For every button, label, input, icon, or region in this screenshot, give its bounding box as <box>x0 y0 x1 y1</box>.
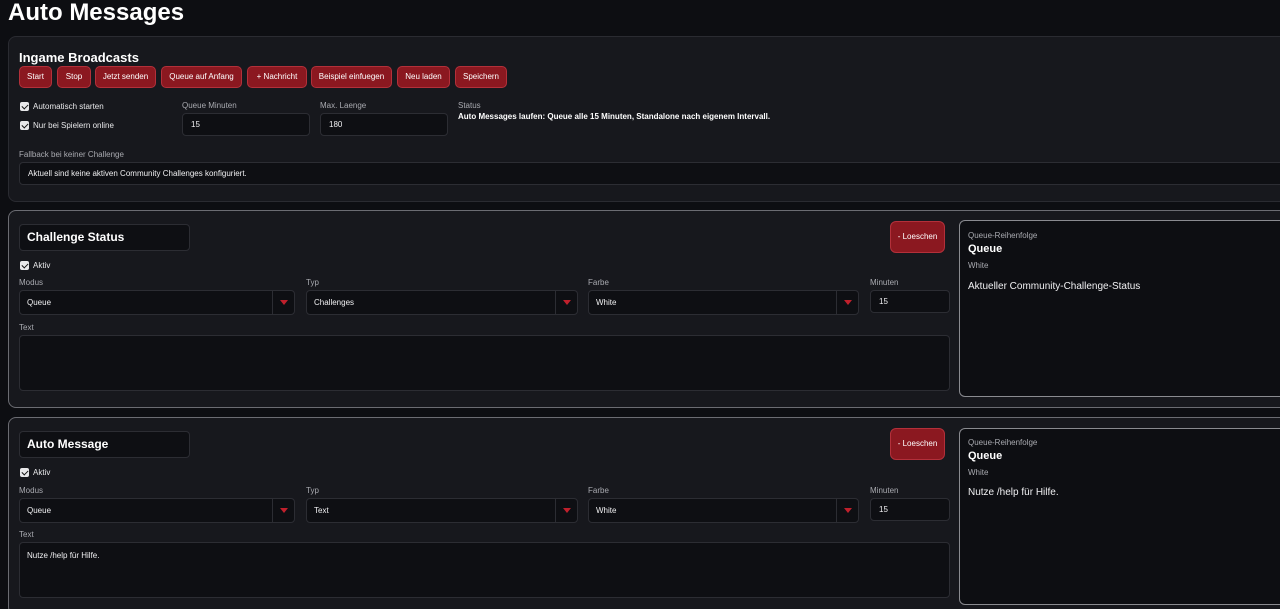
start-button[interactable]: Start <box>19 66 52 88</box>
type-label: Typ <box>306 278 319 287</box>
minutes-label: Minuten <box>870 486 899 495</box>
only-players-checkbox[interactable]: Nur bei Spielern online <box>20 121 114 130</box>
preview-color: White <box>968 468 989 477</box>
checkbox-checked-icon[interactable] <box>20 121 29 130</box>
queue-minutes-input[interactable]: 15 <box>182 113 310 136</box>
broadcasts-title: Ingame Broadcasts <box>19 50 139 65</box>
checkbox-checked-icon[interactable] <box>20 102 29 111</box>
mode-value: Queue <box>27 298 52 307</box>
fallback-label: Fallback bei keiner Challenge <box>19 150 124 159</box>
color-value: White <box>596 506 617 515</box>
queue-minutes-label: Queue Minuten <box>182 101 237 110</box>
send-now-button[interactable]: Jetzt senden <box>95 66 156 88</box>
stop-button[interactable]: Stop <box>57 66 91 88</box>
status-label: Status <box>458 101 481 110</box>
fallback-input[interactable]: Aktuell sind keine aktiven Community Cha… <box>19 162 1280 185</box>
chevron-down-icon[interactable] <box>836 291 858 314</box>
active-checkbox[interactable]: Aktiv <box>20 261 50 270</box>
queue-reset-button[interactable]: Queue auf Anfang <box>161 66 242 88</box>
auto-start-label: Automatisch starten <box>33 102 104 111</box>
auto-start-checkbox[interactable]: Automatisch starten <box>20 102 104 111</box>
preview-order-label: Queue-Reihenfolge <box>968 438 1038 447</box>
preview-body: Nutze /help für Hilfe. <box>968 487 1059 498</box>
page-title: Auto Messages <box>8 0 185 26</box>
message-text-area[interactable]: Nutze /help für Hilfe. <box>19 542 950 598</box>
type-select[interactable]: Challenges <box>306 290 578 315</box>
mode-label: Modus <box>19 486 44 495</box>
preview-body: Aktueller Community-Challenge-Status <box>968 281 1141 292</box>
text-label: Text <box>19 323 34 332</box>
color-label: Farbe <box>588 486 609 495</box>
active-checkbox[interactable]: Aktiv <box>20 468 50 477</box>
message-preview: Queue-Reihenfolge Queue White Aktueller … <box>959 220 1280 397</box>
status-text: Auto Messages laufen: Queue alle 15 Minu… <box>458 112 771 121</box>
message-text-area[interactable] <box>19 335 950 391</box>
preview-title: Queue <box>968 243 1003 255</box>
reload-button[interactable]: Neu laden <box>397 66 450 88</box>
only-players-label: Nur bei Spielern online <box>33 121 114 130</box>
chevron-down-icon[interactable] <box>836 499 858 522</box>
delete-message-button[interactable]: - Loeschen <box>890 428 945 460</box>
active-label: Aktiv <box>33 261 51 270</box>
save-button[interactable]: Speichern <box>455 66 507 88</box>
message-preview: Queue-Reihenfolge Queue White Nutze /hel… <box>959 428 1280 605</box>
preview-title: Queue <box>968 450 1003 462</box>
color-select[interactable]: White <box>588 498 859 523</box>
type-value: Text <box>314 506 329 515</box>
delete-message-button[interactable]: - Loeschen <box>890 221 945 253</box>
text-label: Text <box>19 530 34 539</box>
minutes-input[interactable]: 15 <box>870 290 950 313</box>
message-name-input[interactable]: Auto Message <box>19 431 190 458</box>
color-select[interactable]: White <box>588 290 859 315</box>
mode-value: Queue <box>27 506 52 515</box>
type-label: Typ <box>306 486 319 495</box>
chevron-down-icon[interactable] <box>272 291 294 314</box>
mode-select[interactable]: Queue <box>19 290 295 315</box>
add-message-button[interactable]: + Nachricht <box>247 66 307 88</box>
insert-example-button[interactable]: Beispiel einfuegen <box>311 66 392 88</box>
preview-order-label: Queue-Reihenfolge <box>968 231 1038 240</box>
preview-color: White <box>968 261 989 270</box>
color-value: White <box>596 298 617 307</box>
minutes-input[interactable]: 15 <box>870 498 950 521</box>
active-label: Aktiv <box>33 468 51 477</box>
message-name-input[interactable]: Challenge Status <box>19 224 190 251</box>
mode-select[interactable]: Queue <box>19 498 295 523</box>
checkbox-checked-icon[interactable] <box>20 468 29 477</box>
chevron-down-icon[interactable] <box>555 499 577 522</box>
chevron-down-icon[interactable] <box>555 291 577 314</box>
max-length-label: Max. Laenge <box>320 101 367 110</box>
type-value: Challenges <box>314 298 355 307</box>
chevron-down-icon[interactable] <box>272 499 294 522</box>
color-label: Farbe <box>588 278 609 287</box>
type-select[interactable]: Text <box>306 498 578 523</box>
max-length-input[interactable]: 180 <box>320 113 448 136</box>
checkbox-checked-icon[interactable] <box>20 261 29 270</box>
minutes-label: Minuten <box>870 278 899 287</box>
mode-label: Modus <box>19 278 44 287</box>
